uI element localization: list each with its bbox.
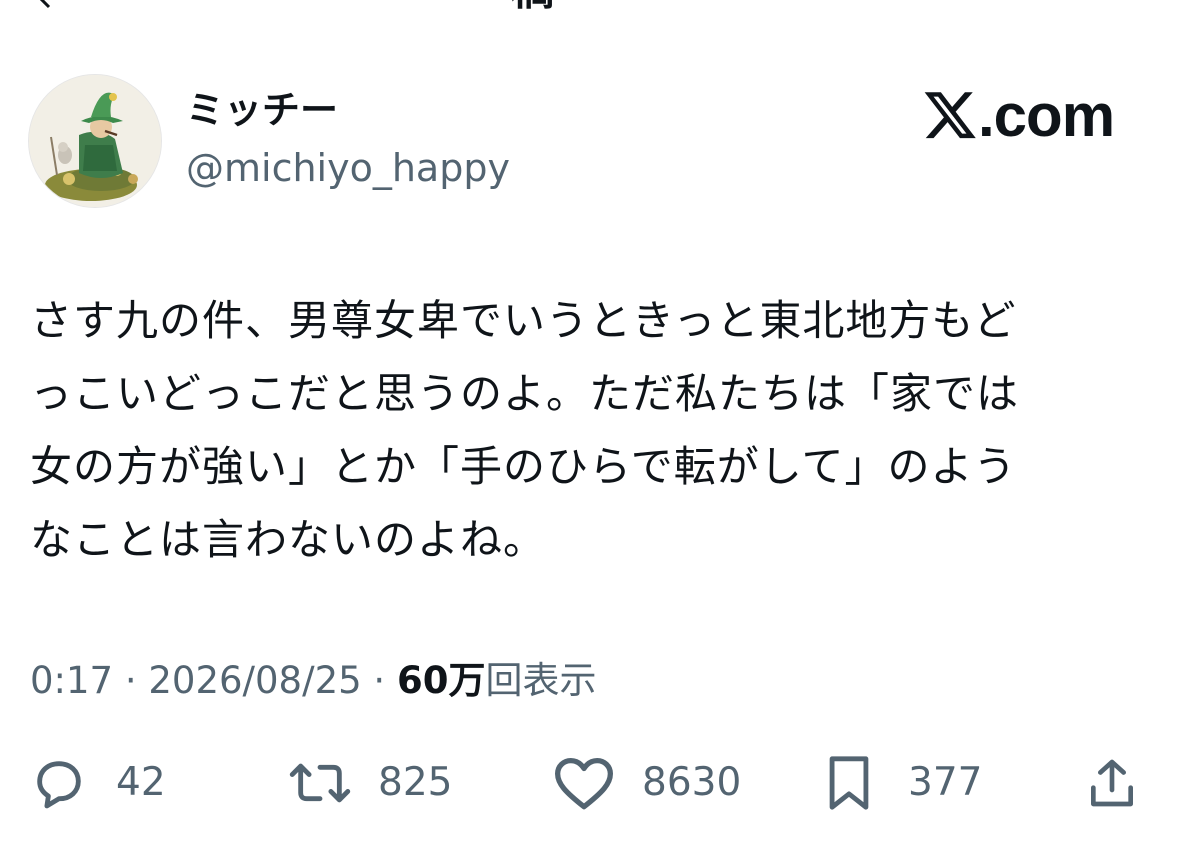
tweet-text-line: なことは言わないのよね。	[30, 515, 547, 564]
retweet-count: 825	[378, 760, 453, 805]
reply-icon	[37, 761, 81, 809]
author-handle[interactable]: @michiyo_happy	[186, 144, 510, 192]
x-logo-icon	[924, 92, 976, 139]
author-display-name[interactable]: ミッチー	[186, 86, 338, 134]
views-label: 回表示	[485, 659, 597, 702]
chevron-left-icon[interactable]	[34, 0, 58, 10]
reply-count: 42	[116, 760, 166, 805]
header-bar: 稿	[0, 0, 1179, 16]
tweet-text-line: さす九の件、男尊女卑でいうときっと東北地方もど	[30, 296, 1017, 345]
tweet-text-line: っこいどっこだと思うのよ。ただ私たちは「家では	[30, 369, 1020, 418]
header-title: 稿	[510, 0, 650, 12]
retweet-button[interactable]: 825	[288, 748, 452, 818]
watermark-text: .com	[978, 81, 1115, 149]
tweet-text: さす九の件、男尊女卑でいうときっと東北地方もど っこいどっこだと思うのよ。ただ私…	[30, 284, 1140, 576]
tweet-time[interactable]: 0:17	[30, 659, 113, 702]
views-count: 60万	[396, 659, 486, 702]
like-count: 8630	[642, 760, 742, 805]
bookmark-count: 377	[908, 760, 983, 805]
bookmark-icon	[829, 756, 869, 810]
share-icon	[1091, 759, 1133, 807]
meta-separator: ·	[373, 659, 386, 702]
reply-button[interactable]: 42	[30, 748, 166, 818]
x-com-watermark: .com	[924, 82, 1115, 149]
tweet-date[interactable]: 2026/08/25	[148, 659, 361, 702]
avatar[interactable]	[28, 74, 162, 208]
snufkin-avatar-icon	[29, 75, 161, 207]
meta-separator: ·	[124, 659, 137, 702]
share-button[interactable]	[1084, 748, 1140, 818]
tweet-text-line: 女の方が強い」とか「手のひらで転がして」のよう	[30, 442, 1017, 491]
bookmark-button[interactable]: 377	[822, 748, 982, 818]
action-bar: 42 825 8630 377	[0, 748, 1179, 818]
retweet-icon	[289, 763, 351, 803]
tweet-meta: 0:17 · 2026/08/25 · 60万回表示	[30, 656, 596, 706]
heart-icon	[555, 757, 613, 810]
like-button[interactable]: 8630	[552, 748, 741, 818]
